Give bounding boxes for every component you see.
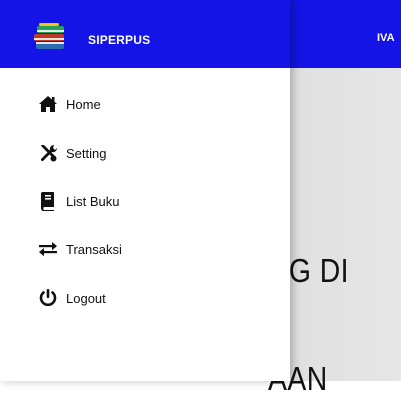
menu-item-transaksi[interactable]: Transaksi (0, 229, 290, 269)
side-drawer: SIPERPUS Home Setting List Buku Transaks… (0, 0, 290, 381)
menu-item-label: Setting (66, 145, 107, 161)
home-icon (38, 94, 58, 114)
menu-item-label: List Buku (66, 193, 120, 209)
brand-name[interactable]: SIPERPUS (88, 33, 150, 47)
menu-item-list-buku[interactable]: List Buku (0, 181, 290, 221)
menu-item-logout[interactable]: Logout (0, 278, 290, 318)
menu-item-home[interactable]: Home (0, 84, 290, 124)
menu-item-label: Logout (66, 290, 106, 306)
drawer-header: SIPERPUS (0, 0, 290, 68)
menu-item-setting[interactable]: Setting (0, 133, 290, 173)
power-icon (38, 288, 58, 308)
menu-item-label: Transaksi (66, 241, 122, 257)
books-stack-icon (34, 23, 64, 49)
exchange-icon (38, 239, 58, 259)
page-nav-link[interactable]: IVA (377, 32, 395, 44)
tools-icon (38, 143, 58, 163)
book-icon (38, 191, 58, 211)
menu-item-label: Home (66, 96, 101, 112)
